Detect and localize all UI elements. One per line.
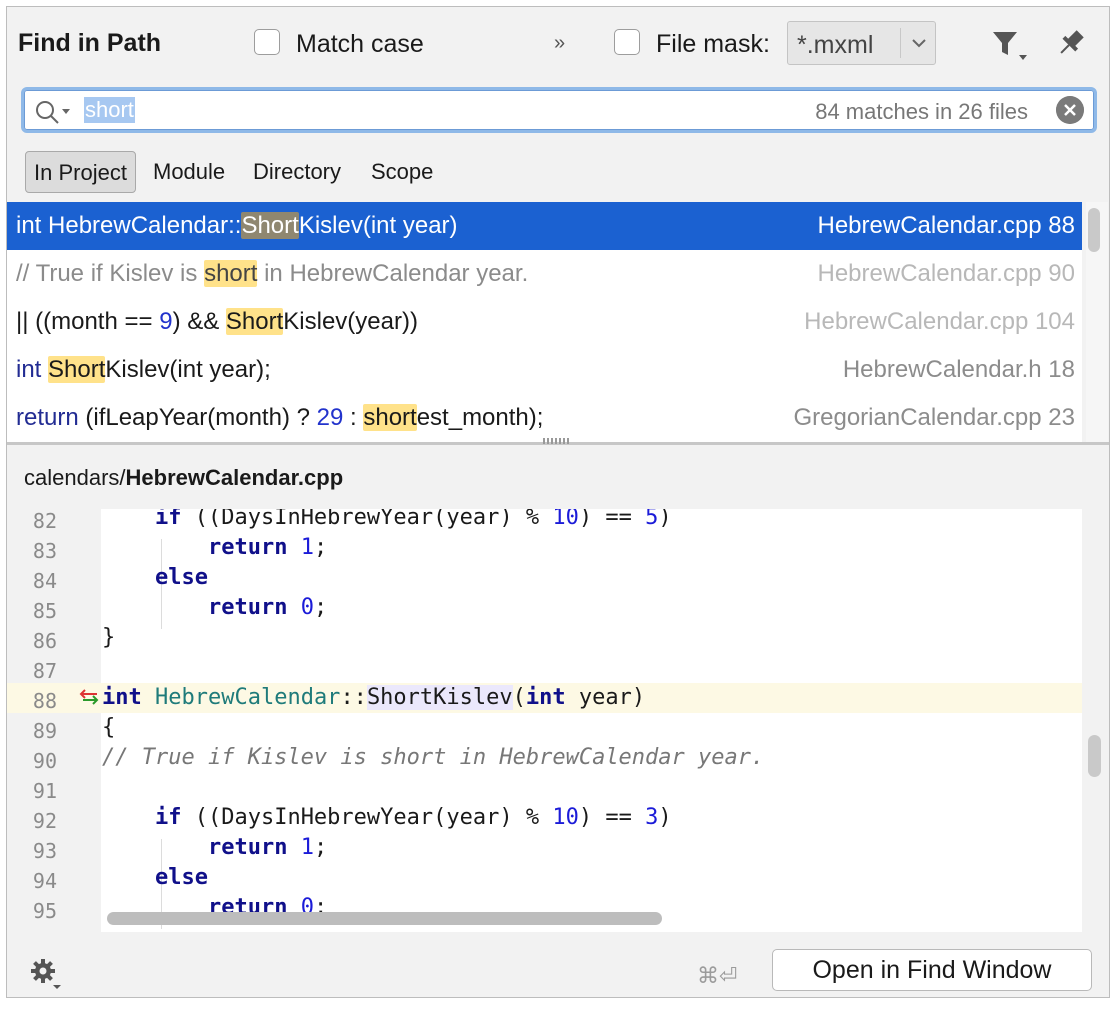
tab-directory-label: Directory [253, 159, 342, 184]
result-row[interactable]: int ShortKislev(int year); HebrewCalenda… [7, 346, 1082, 394]
result-code: // True if Kislev is short in HebrewCale… [16, 260, 529, 287]
code-line: int HebrewCalendar::ShortKislev(int year… [102, 685, 646, 710]
tab-in-project-label: In Project [34, 160, 127, 185]
line-number: 82 [32, 509, 57, 533]
tab-directory[interactable]: Directory [245, 151, 349, 193]
line-number: 87 [32, 659, 57, 683]
filter-icon[interactable] [991, 29, 1031, 63]
splitter-grip[interactable] [543, 438, 571, 444]
result-code: || ((month == 9) && ShortKislev(year)) [16, 308, 418, 335]
preview-dir: calendars/ [24, 465, 126, 490]
code-line: { [102, 715, 116, 740]
line-number: 90 [32, 749, 57, 773]
result-row[interactable]: return (ifLeapYear(month) ? 29 : shortes… [7, 394, 1082, 442]
line-number: 85 [32, 599, 57, 623]
match-case-label[interactable]: Match case [296, 30, 424, 59]
horizontal-scrollbar-thumb[interactable] [107, 912, 662, 925]
line-number: 94 [32, 869, 57, 893]
code-line: } [102, 625, 116, 650]
code-line: // True if Kislev is short in HebrewCale… [102, 745, 765, 770]
file-mask-checkbox[interactable] [614, 29, 640, 55]
result-file: HebrewCalendar.h 18 [842, 356, 1075, 383]
tab-module[interactable]: Module [145, 151, 233, 193]
code-line: else [154, 865, 208, 890]
code-line: if ((DaysInHebrewYear(year) % 10) == 3) [154, 805, 672, 830]
code-line: return 0; [207, 595, 328, 620]
result-code: return (ifLeapYear(month) ? 29 : shortes… [16, 404, 544, 431]
search-field[interactable]: short 84 matches in 26 files [21, 87, 1097, 133]
file-mask-value: *.mxml [797, 31, 874, 59]
open-in-find-window-button[interactable]: Open in Find Window [772, 949, 1092, 991]
more-options-button[interactable]: » [554, 32, 565, 55]
tab-scope[interactable]: Scope [363, 151, 441, 193]
line-number: 83 [32, 539, 57, 563]
tab-module-label: Module [153, 159, 226, 184]
pin-icon[interactable] [1055, 27, 1087, 59]
file-mask-label[interactable]: File mask: [656, 30, 770, 59]
result-code: int ShortKislev(int year); [16, 356, 271, 383]
results-scrollbar-thumb[interactable] [1088, 208, 1100, 252]
preview-file-path: calendars/HebrewCalendar.cpp [24, 465, 343, 491]
code-line: else [154, 565, 208, 590]
file-mask-combo[interactable]: *.mxml [787, 21, 936, 65]
clear-icon[interactable] [1056, 96, 1084, 124]
result-file: GregorianCalendar.cpp 23 [793, 404, 1075, 431]
line-number: 89 [32, 719, 57, 743]
line-number: 91 [32, 779, 57, 803]
results-list: int HebrewCalendar::ShortKislev(int year… [7, 202, 1082, 442]
result-row[interactable]: || ((month == 9) && ShortKislev(year)) H… [7, 298, 1082, 346]
match-count: 84 matches in 26 files [815, 99, 1028, 124]
gear-icon[interactable] [29, 957, 63, 991]
find-in-path-dialog: Find in Path Match case » File mask: *.m… [6, 6, 1110, 998]
shortcut-hint: ⌘⏎ [697, 963, 738, 988]
line-number: 96 [7, 929, 57, 932]
code-preview[interactable]: 82 83 84 85 86 87 88 89 90 91 92 93 94 9… [7, 509, 1082, 932]
search-icon[interactable] [34, 99, 74, 125]
code-line: if ((DaysInHebrewYear(year) % 10) == 5) [154, 509, 672, 530]
result-row[interactable]: int HebrewCalendar::ShortKislev(int year… [7, 202, 1082, 250]
line-number: 86 [32, 629, 57, 653]
result-row[interactable]: // True if Kislev is short in HebrewCale… [7, 250, 1082, 298]
result-code: int HebrewCalendar::ShortKislev(int year… [16, 212, 458, 239]
tab-scope-label: Scope [371, 159, 434, 184]
chevron-down-icon[interactable] [908, 32, 930, 54]
file-mask-separator [900, 28, 901, 58]
line-number: 93 [32, 839, 57, 863]
code-line: return 1; [207, 835, 328, 860]
preview-file: HebrewCalendar.cpp [125, 465, 344, 490]
result-file: HebrewCalendar.cpp 90 [817, 260, 1076, 287]
dialog-header: Find in Path Match case » File mask: *.m… [7, 7, 1109, 79]
editor-scrollbar-thumb[interactable] [1088, 735, 1101, 777]
line-number: 92 [32, 809, 57, 833]
search-query[interactable]: short [84, 97, 135, 123]
tab-in-project[interactable]: In Project [25, 151, 136, 193]
code-line: return 1; [207, 535, 328, 560]
implementation-arrow-icon[interactable] [79, 687, 101, 707]
result-file: HebrewCalendar.cpp 104 [804, 308, 1075, 335]
line-number: 95 [32, 899, 57, 923]
result-file: HebrewCalendar.cpp 88 [817, 212, 1076, 239]
match-case-checkbox[interactable] [254, 29, 280, 55]
line-number: 88 [32, 689, 57, 713]
line-number: 84 [32, 569, 57, 593]
dialog-title: Find in Path [18, 29, 162, 57]
